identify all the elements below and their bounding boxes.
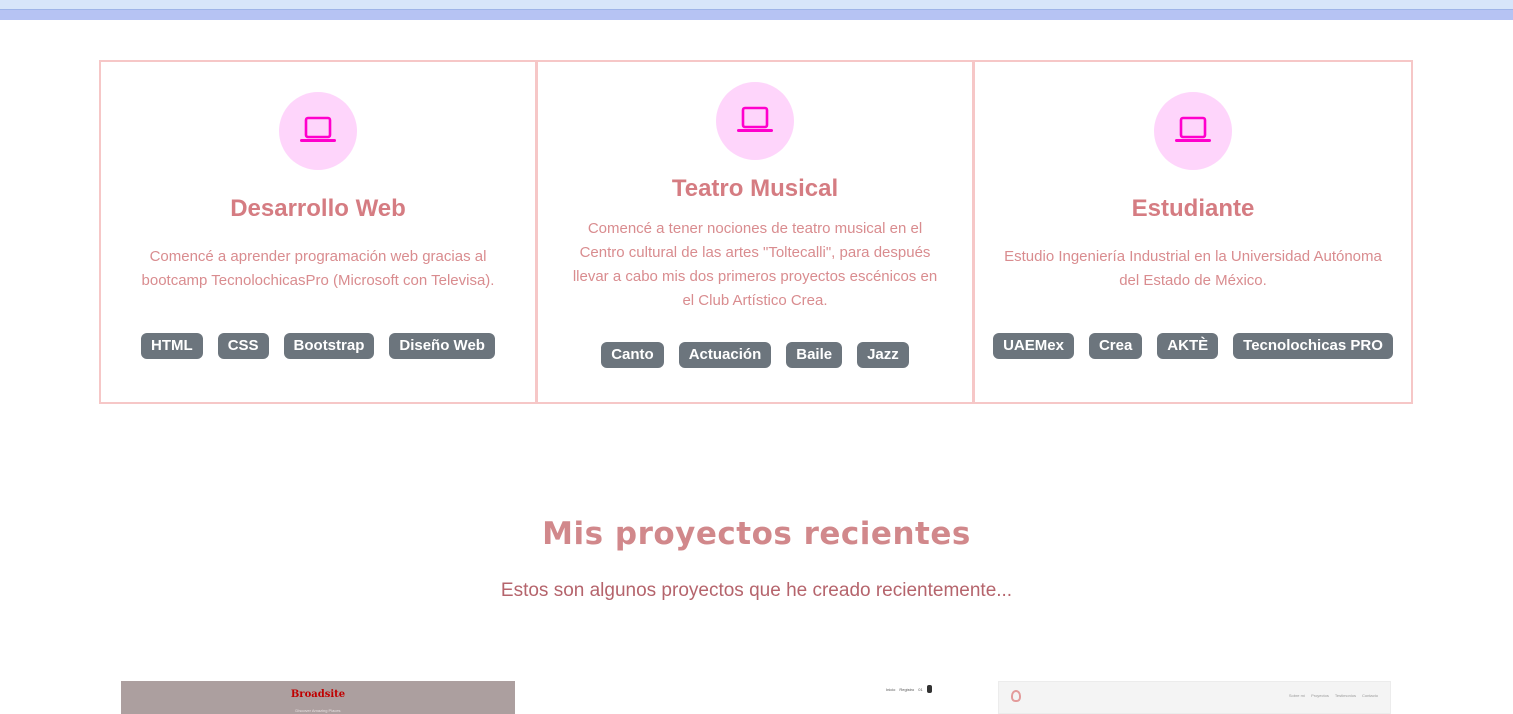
thumb-nav-item: Sobre mí <box>1288 693 1306 698</box>
thumbnail-subtitle: Discover Amazing Places <box>295 708 341 713</box>
laptop-icon-svg <box>300 116 336 142</box>
card-title: Estudiante <box>1131 195 1255 222</box>
thumb-nav-item: Inicio <box>886 686 896 692</box>
thumb-nav-item: Testimonios <box>1334 693 1356 698</box>
thumb-nav-item: Registro <box>899 686 915 692</box>
thumb-nav-item: Contacto <box>1361 693 1378 698</box>
badge-baile: Baile <box>786 342 843 368</box>
navbar-highlight <box>0 0 1513 9</box>
badge-canto: Canto <box>601 342 664 368</box>
thumbnail-nav: Sobre mí Proyectos Testimonios Contacto <box>1289 693 1378 698</box>
badge-akte: AKTÈ <box>1157 333 1219 359</box>
badge-uaemex: UAEMex <box>993 333 1074 359</box>
card-description: Estudio Ingeniería Industrial en la Univ… <box>1004 248 1382 289</box>
laptop-icon-svg <box>1175 116 1211 142</box>
card-teatro-musical: Teatro Musical Comencé a tener nociones … <box>536 60 974 404</box>
laptop-icon <box>1154 92 1232 170</box>
card-description: Comencé a aprender programación web grac… <box>141 248 495 289</box>
card-title: Teatro Musical <box>671 175 839 202</box>
badge-diseno-web: Diseño Web <box>389 333 495 359</box>
badge-list: UAEMex Crea AKTÈ Tecnolochicas PRO <box>975 333 1411 359</box>
laptop-icon <box>279 92 357 170</box>
top-navbar <box>0 0 1513 20</box>
projects-section-subtitle: Estos son algunos proyectos que he cread… <box>500 580 1013 601</box>
card-description: Comencé a tener nociones de teatro music… <box>572 220 938 309</box>
about-cards: Desarrollo Web Comencé a aprender progra… <box>99 60 1414 404</box>
card-title: Desarrollo Web <box>230 195 406 222</box>
badge-html: HTML <box>141 333 203 359</box>
badge-crea: Crea <box>1088 333 1143 359</box>
badge-list: HTML CSS Bootstrap Diseño Web <box>101 333 535 359</box>
card-desarrollo-web: Desarrollo Web Comencé a aprender progra… <box>99 60 537 404</box>
badge-tecnolochicas-pro: Tecnolochicas PRO <box>1233 333 1393 359</box>
project-thumbnail-2-nav[interactable]: Inicio Registro 01 <box>886 684 946 694</box>
laptop-icon <box>716 82 794 160</box>
card-estudiante: Estudiante Estudio Ingeniería Industrial… <box>973 60 1413 404</box>
lightbulb-icon <box>1011 690 1021 702</box>
badge-bootstrap: Bootstrap <box>283 333 375 359</box>
project-thumbnail-portfolio[interactable]: Sobre mí Proyectos Testimonios Contacto <box>998 681 1391 714</box>
laptop-icon-svg <box>737 106 773 132</box>
badge-jazz: Jazz <box>857 342 909 368</box>
thumbnail-title: Broadsite <box>290 689 346 700</box>
bottle-icon <box>926 685 932 693</box>
badge-list: Canto Actuación Baile Jazz <box>538 342 972 368</box>
badge-css: CSS <box>217 333 269 359</box>
project-thumbnail-broadsite[interactable]: Broadsite Discover Amazing Places <box>121 681 515 714</box>
projects-section-title: Mis proyectos recientes <box>542 516 971 552</box>
navbar-lower-band <box>0 10 1513 20</box>
thumb-nav-item: 01 <box>918 686 923 692</box>
badge-actuacion: Actuación <box>678 342 772 368</box>
thumb-nav-item: Proyectos <box>1311 693 1329 698</box>
